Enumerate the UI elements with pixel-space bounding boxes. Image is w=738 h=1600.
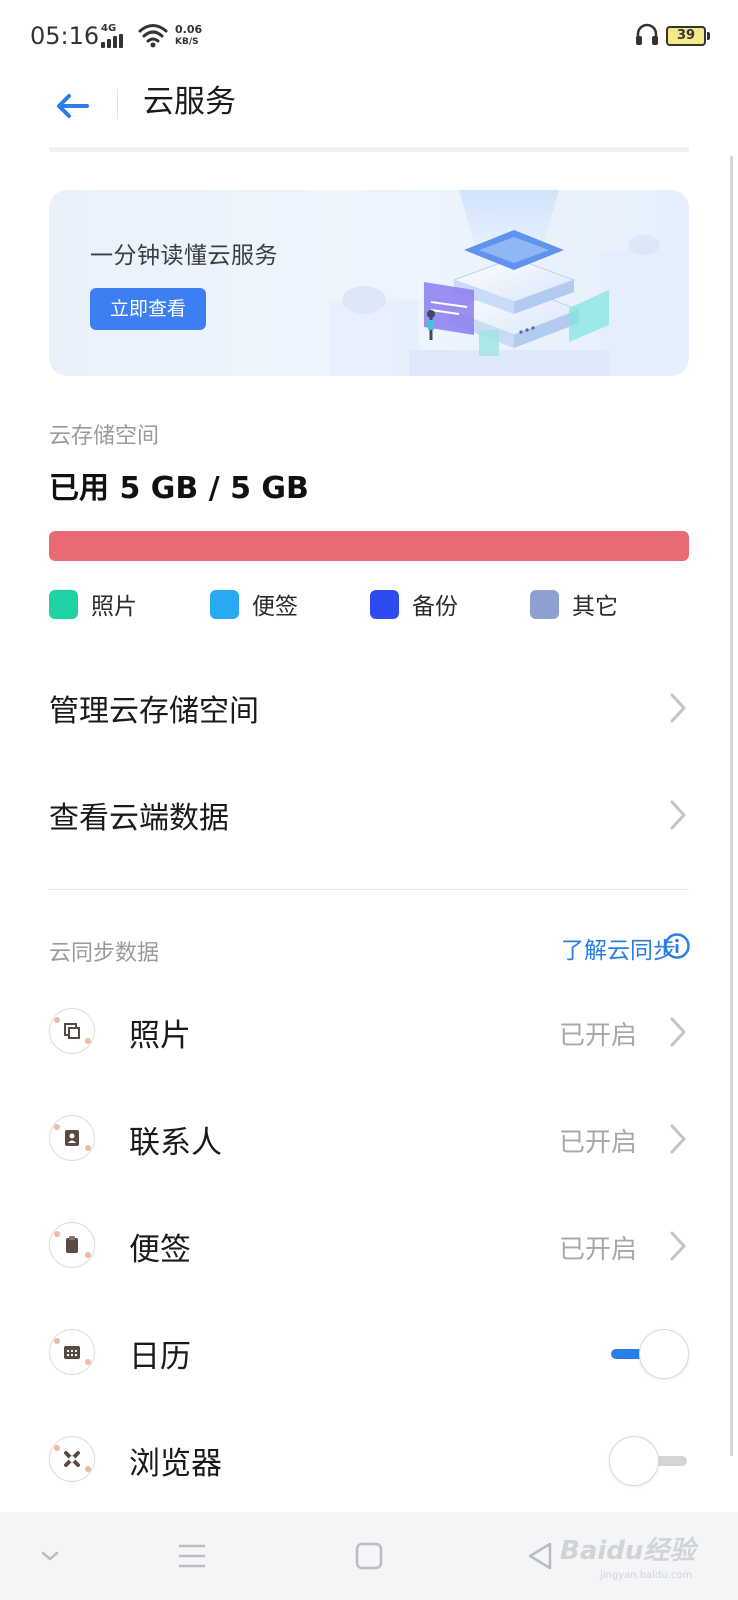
battery-icon: 39 bbox=[666, 26, 710, 46]
signal-icon bbox=[101, 34, 131, 48]
chevron-right-icon bbox=[670, 800, 686, 830]
learn-sync-link[interactable]: 了解云同步 bbox=[561, 931, 676, 965]
speed-value: 0.06 bbox=[175, 23, 203, 36]
sync-row-photos[interactable]: 照片 已开启 bbox=[49, 990, 689, 1080]
sync-item-status: 已开启 bbox=[558, 1128, 637, 1158]
legend-swatch-other bbox=[530, 589, 559, 619]
promo-banner[interactable]: 一分钟读懂云服务 立即查看 bbox=[49, 190, 689, 376]
manage-storage-label: 管理云存储空间 bbox=[49, 694, 259, 729]
browser-sync-toggle[interactable] bbox=[609, 1436, 689, 1486]
legend-label: 照片 bbox=[91, 594, 137, 620]
arrow-left-icon bbox=[57, 94, 89, 118]
watermark-url: jingyan.baidu.com bbox=[600, 1570, 693, 1581]
scrollbar[interactable] bbox=[730, 156, 733, 1456]
sync-item-name: 便签 bbox=[129, 1232, 191, 1268]
speed-unit: KB/S bbox=[175, 37, 199, 47]
legend-label: 便签 bbox=[252, 594, 298, 620]
contacts-icon bbox=[49, 1115, 95, 1161]
sync-item-status: 已开启 bbox=[558, 1021, 637, 1051]
legend-label: 其它 bbox=[572, 594, 618, 620]
header-divider bbox=[117, 89, 118, 119]
browser-icon bbox=[49, 1436, 95, 1482]
calendar-icon bbox=[49, 1329, 95, 1375]
sync-item-name: 照片 bbox=[129, 1018, 191, 1054]
legend-item-backup: 备份 bbox=[370, 589, 458, 620]
info-icon[interactable] bbox=[663, 932, 691, 960]
app-header: 云服务 bbox=[0, 72, 738, 150]
section-divider bbox=[49, 889, 689, 890]
legend-swatch-photos bbox=[49, 589, 78, 619]
view-cloud-data-row[interactable]: 查看云端数据 bbox=[49, 775, 689, 855]
chevron-right-icon bbox=[670, 1124, 686, 1154]
watermark-logo: Baidu经验 bbox=[560, 1536, 696, 1566]
home-icon[interactable] bbox=[349, 1538, 389, 1574]
system-nav-bar: Baidu经验 jingyan.baidu.com bbox=[0, 1512, 738, 1600]
sync-item-name: 日历 bbox=[129, 1339, 191, 1375]
storage-usage-fill bbox=[49, 531, 689, 561]
legend-item-photos: 照片 bbox=[49, 589, 137, 620]
calendar-sync-toggle[interactable] bbox=[609, 1329, 689, 1379]
banner-text: 一分钟读懂云服务 bbox=[90, 243, 278, 269]
photos-icon bbox=[49, 1008, 95, 1054]
legend-swatch-backup bbox=[370, 589, 399, 619]
legend-swatch-notes bbox=[210, 589, 239, 619]
chevron-right-icon bbox=[670, 1231, 686, 1261]
back-triangle-icon[interactable] bbox=[522, 1538, 562, 1574]
chevron-down-icon[interactable] bbox=[30, 1538, 70, 1574]
sync-item-name: 浏览器 bbox=[129, 1446, 222, 1482]
storage-used-text: 已用 5 GB / 5 GB bbox=[49, 471, 309, 506]
sync-row-browser: 浏览器 bbox=[49, 1418, 689, 1508]
notes-icon bbox=[49, 1222, 95, 1268]
chevron-right-icon bbox=[670, 1017, 686, 1047]
status-bar: 05:16 4G 0.06 KB/S 39 bbox=[0, 0, 738, 72]
toggle-knob bbox=[609, 1436, 659, 1486]
banner-view-button[interactable]: 立即查看 bbox=[90, 288, 206, 330]
network-type: 4G bbox=[101, 23, 117, 34]
back-button[interactable] bbox=[50, 84, 94, 128]
legend-item-notes: 便签 bbox=[210, 589, 298, 620]
sync-row-calendar: 日历 bbox=[49, 1311, 689, 1401]
network-speed: 0.06 KB/S bbox=[175, 24, 202, 48]
status-time: 05:16 bbox=[30, 22, 100, 50]
sync-row-contacts[interactable]: 联系人 已开启 bbox=[49, 1097, 689, 1187]
cloud-server-illustration bbox=[329, 190, 679, 376]
sync-row-notes[interactable]: 便签 已开启 bbox=[49, 1204, 689, 1294]
sync-item-name: 联系人 bbox=[129, 1125, 222, 1161]
page-title: 云服务 bbox=[143, 84, 236, 120]
chevron-right-icon bbox=[670, 693, 686, 723]
toggle-knob bbox=[639, 1329, 689, 1379]
view-cloud-data-label: 查看云端数据 bbox=[49, 801, 229, 836]
sync-item-status: 已开启 bbox=[558, 1235, 637, 1265]
sync-section-label: 云同步数据 bbox=[49, 941, 160, 966]
storage-usage-bar bbox=[49, 531, 689, 561]
header-underline bbox=[49, 147, 689, 152]
wifi-icon bbox=[138, 24, 168, 48]
legend-label: 备份 bbox=[412, 594, 458, 620]
headset-icon bbox=[636, 23, 658, 45]
storage-section-label: 云存储空间 bbox=[49, 424, 160, 449]
menu-icon[interactable] bbox=[172, 1538, 212, 1574]
manage-storage-row[interactable]: 管理云存储空间 bbox=[49, 668, 689, 748]
legend-item-other: 其它 bbox=[530, 589, 618, 620]
